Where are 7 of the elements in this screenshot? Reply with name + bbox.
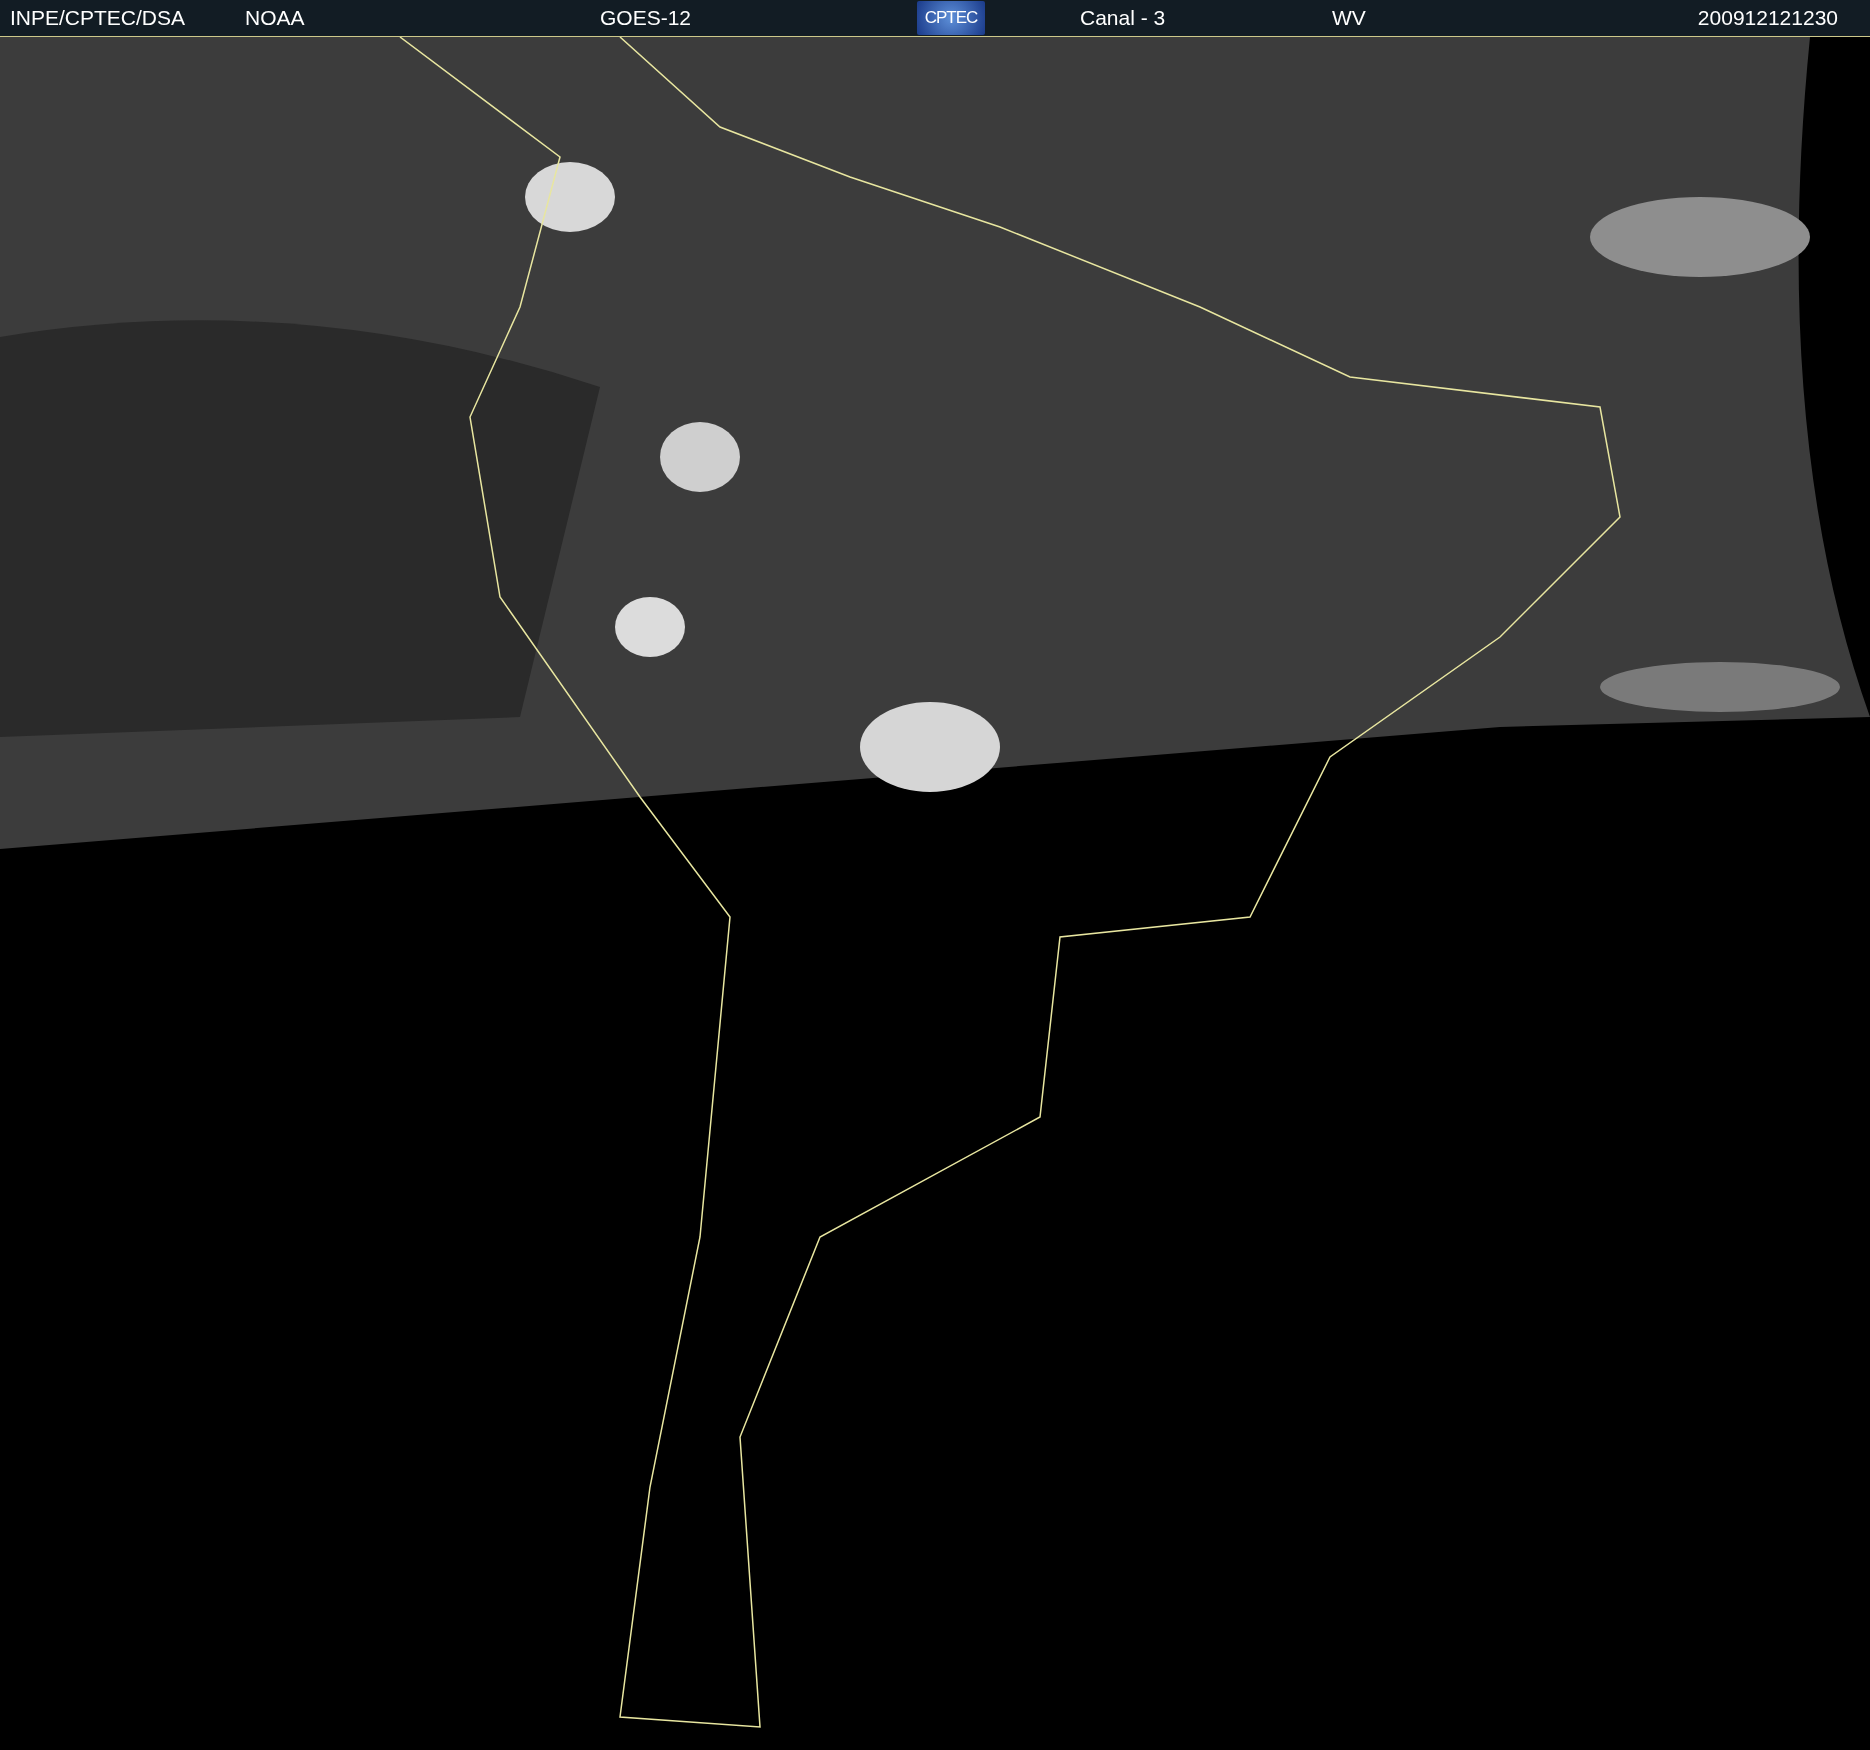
timestamp: 200912121230 (1697, 6, 1838, 30)
band-label: WV (1332, 6, 1366, 30)
agency-label: NOAA (245, 6, 305, 30)
source-label: INPE/CPTEC/DSA (9, 6, 186, 30)
logo: CPTEC (917, 1, 985, 35)
channel-label: Canal - 3 (1079, 6, 1166, 30)
satellite-label: GOES-12 (600, 6, 692, 30)
